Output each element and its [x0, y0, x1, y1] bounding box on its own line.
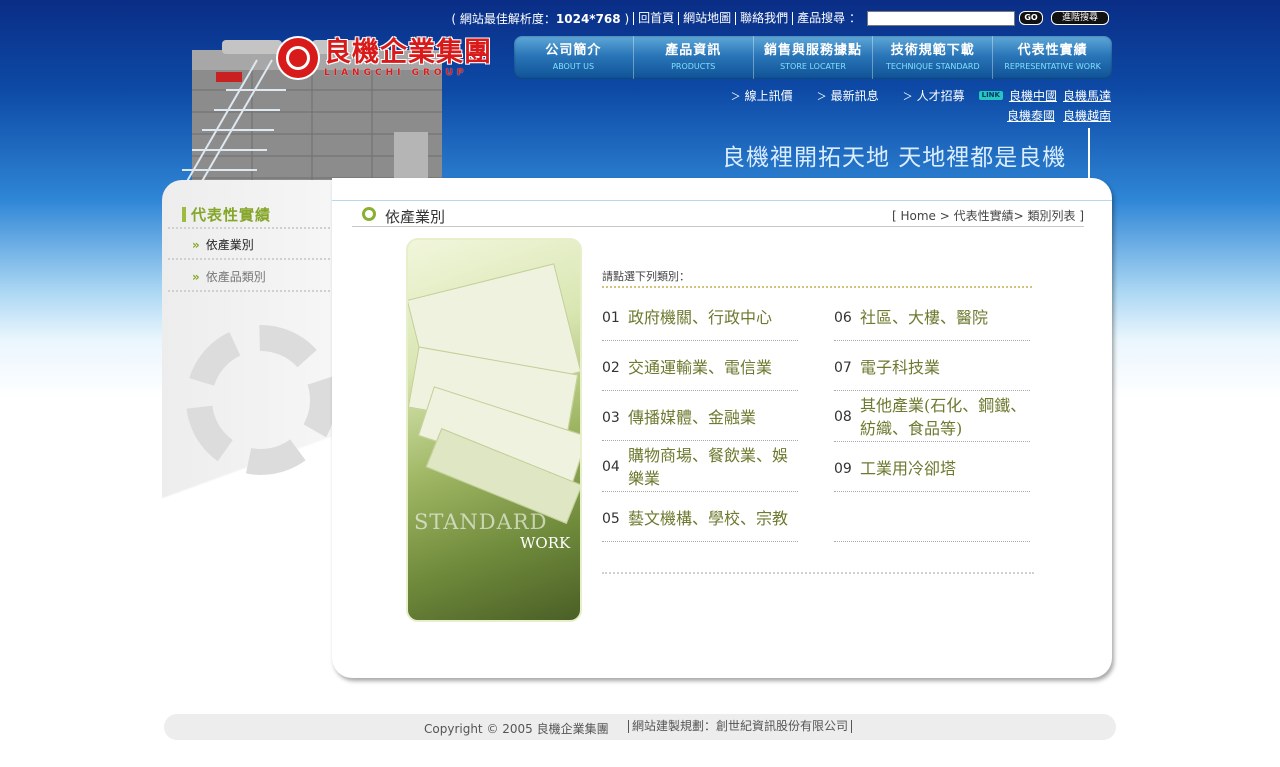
- link-badge-icon: LINK: [978, 91, 1003, 100]
- photo-caption-work: WORK: [520, 534, 571, 552]
- online-quote-link[interactable]: 線上訊價: [731, 87, 793, 104]
- resolution-note: ( 網站最佳解析度：1024*768 ): [451, 11, 630, 26]
- related-links-row2: 良機泰國 良機越南: [999, 107, 1111, 124]
- category-divider: [602, 440, 798, 441]
- company-logo[interactable]: 良機企業集團 LIANGCHI GROUP: [278, 38, 492, 78]
- careers-link[interactable]: 人才招募: [903, 87, 965, 104]
- secondary-links: 線上訊價 最新訊息 人才招募 LINK 良機中國 良機馬達: [707, 87, 1111, 104]
- nav-about-us[interactable]: 公司簡介 ABOUT US: [514, 36, 634, 79]
- category-item-08[interactable]: 08 其他產業(石化、鋼鐵、紡織、食品等): [834, 394, 1030, 440]
- sidebar-divider: [168, 258, 330, 260]
- category-item-04[interactable]: 04 購物商場、餐飲業、娛樂業: [602, 444, 798, 490]
- category-item-05[interactable]: 05 藝文機構、學校、宗教: [602, 507, 798, 530]
- category-divider: [602, 541, 798, 542]
- category-divider: [602, 491, 798, 492]
- page-title: 依產業別: [385, 208, 446, 226]
- breadcrumb-representative-work[interactable]: 代表性實績: [954, 209, 1014, 223]
- related-link-china[interactable]: 良機中國: [1009, 87, 1057, 104]
- latest-news-link[interactable]: 最新訊息: [817, 87, 879, 104]
- category-item-02[interactable]: 02 交通運輸業、電信業: [602, 356, 798, 379]
- footer: Copyright © 2005 良機企業集團 網站建製規劃：創世紀資訊股份有限…: [164, 714, 1116, 740]
- product-search-input[interactable]: [867, 10, 1015, 26]
- contact-link[interactable]: 聯絡我們: [735, 11, 792, 25]
- category-divider: [602, 340, 798, 341]
- category-item-07[interactable]: 07 電子科技業: [834, 356, 1030, 379]
- category-divider: [834, 541, 1030, 542]
- category-divider: [834, 491, 1030, 492]
- instruction-text: 請點選下列類別：: [602, 270, 690, 283]
- breadcrumb-home[interactable]: [ Home: [892, 209, 936, 223]
- category-divider: [834, 441, 1030, 442]
- photo-caption-standard: STANDARD: [414, 510, 548, 534]
- sidebar-title: 代表性實績: [182, 204, 271, 225]
- site-builder-credit[interactable]: 網站建製規劃：創世紀資訊股份有限公司: [628, 720, 853, 733]
- breadcrumb: [ Home > 代表性實績> 類別列表 ]: [891, 209, 1085, 223]
- home-link[interactable]: 回首頁: [633, 11, 678, 25]
- content-panel-top-edge: [332, 178, 1112, 201]
- nav-representative-work[interactable]: 代表性實績 REPRESENTATIVE WORK: [993, 36, 1112, 79]
- sidebar-item-by-product[interactable]: 依產品類別: [192, 268, 266, 285]
- category-item-03[interactable]: 03 傳播媒體、金融業: [602, 406, 798, 429]
- go-button[interactable]: GO: [1019, 11, 1043, 25]
- instruction-divider: [602, 286, 1032, 288]
- related-link-vietnam[interactable]: 良機越南: [1063, 107, 1111, 124]
- slogan-divider: [1088, 128, 1090, 178]
- nav-products[interactable]: 產品資訊 PRODUCTS: [634, 36, 754, 79]
- category-item-06[interactable]: 06 社區、大樓、醫院: [834, 306, 1030, 329]
- slogan: 良機裡開拓天地 天地裡都是良機: [722, 145, 1067, 171]
- main-navigation: 公司簡介 ABOUT US 產品資訊 PRODUCTS 銷售與服務據點 STORE L…: [514, 36, 1112, 79]
- sitemap-link[interactable]: 網站地圖: [678, 11, 735, 25]
- category-divider: [602, 390, 798, 391]
- related-link-thailand[interactable]: 良機泰國: [1007, 107, 1055, 124]
- logo-emblem-icon: [278, 38, 318, 78]
- related-link-motor[interactable]: 良機馬達: [1063, 87, 1111, 104]
- sidebar-divider: [168, 227, 330, 229]
- advanced-search-button[interactable]: 進階搜尋: [1051, 11, 1109, 25]
- category-divider: [834, 340, 1030, 341]
- sidebar-item-by-industry[interactable]: 依產業別: [192, 236, 254, 253]
- category-divider: [834, 390, 1030, 391]
- nav-technique-standard[interactable]: 技術規範下載 TECHNIQUE STANDARD: [873, 36, 994, 79]
- product-search-label: 產品搜尋 ：: [792, 11, 865, 25]
- logo-chinese-name: 良機企業集團: [324, 37, 492, 68]
- nav-store-locater[interactable]: 銷售與服務據點 STORE LOCATER: [754, 36, 874, 79]
- breadcrumb-current: 類別列表 ]: [1027, 209, 1085, 223]
- logo-english-name: LIANGCHI GROUP: [324, 68, 468, 78]
- category-item-09[interactable]: 09 工業用冷卻塔: [834, 457, 1030, 480]
- gear-watermark-icon: [186, 325, 336, 475]
- standard-work-photo: STANDARD WORK: [406, 238, 582, 622]
- sidebar-title-marker-icon: [182, 207, 186, 222]
- heading-divider: [352, 226, 1084, 227]
- list-end-divider: [602, 572, 1034, 574]
- sidebar-divider: [168, 290, 330, 292]
- category-item-01[interactable]: 01 政府機關、行政中心: [602, 306, 798, 329]
- page-wrapper: ( 網站最佳解析度：1024*768 ) 回首頁 網站地圖 聯絡我們 產品搜尋 …: [140, 0, 1140, 767]
- heading-bullet-icon: [362, 207, 376, 221]
- copyright-text: Copyright © 2005 良機企業集團: [424, 722, 609, 736]
- utility-bar: ( 網站最佳解析度：1024*768 ) 回首頁 網站地圖 聯絡我們 產品搜尋 …: [451, 9, 1109, 27]
